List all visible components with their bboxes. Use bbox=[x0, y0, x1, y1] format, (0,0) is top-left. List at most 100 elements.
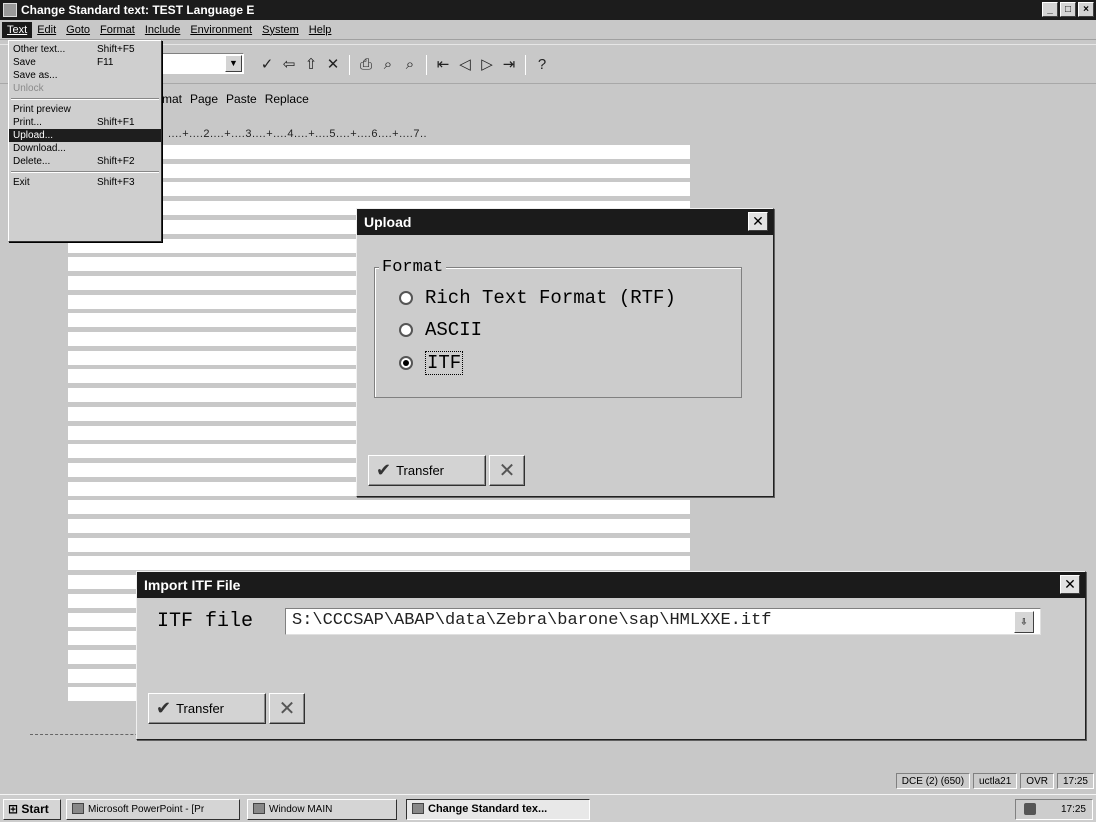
find-icon[interactable]: ⌕ bbox=[377, 56, 399, 74]
menu-item-delete[interactable]: Delete... Shift+F2 bbox=[9, 155, 161, 168]
menu-separator bbox=[11, 171, 159, 173]
app-icon bbox=[72, 803, 84, 814]
upload-transfer-label: Transfer bbox=[396, 463, 445, 478]
itf-file-possible-entries-button[interactable]: ⇩ bbox=[1014, 611, 1034, 633]
start-button[interactable]: ⊞ Start bbox=[3, 799, 61, 820]
last-page-icon[interactable]: ⇥ bbox=[498, 56, 520, 74]
menu-environment[interactable]: Environment bbox=[185, 22, 257, 38]
title-bar: Change Standard text: TEST Language E _ … bbox=[0, 0, 1096, 20]
help-icon[interactable]: ? bbox=[531, 56, 553, 74]
app-icon bbox=[253, 803, 265, 814]
radio-label: ITF bbox=[425, 351, 464, 375]
menu-item-label: Upload... bbox=[13, 130, 54, 141]
menu-item-print-preview[interactable]: Print preview bbox=[9, 103, 161, 116]
standard-toolbar: ▼ ✓ ⇦ ⇧ ✕ ⎙ ⌕ ⌕ ⇤ ◁ ▷ ⇥? bbox=[0, 44, 1096, 84]
menu-goto[interactable]: Goto bbox=[61, 22, 95, 38]
upload-dialog-title: Upload bbox=[364, 214, 412, 230]
up-icon[interactable]: ⇧ bbox=[300, 56, 322, 74]
menu-format[interactable]: Format bbox=[95, 22, 140, 38]
menu-item-label: Other text... bbox=[13, 44, 66, 55]
menu-system[interactable]: System bbox=[257, 22, 304, 38]
taskbar-button-microsoft-powerpoint-pr[interactable]: Microsoft PowerPoint - [Pr bbox=[66, 799, 240, 820]
radio-button[interactable] bbox=[399, 291, 413, 305]
menu-item-save[interactable]: Save F11 bbox=[9, 56, 161, 69]
upload-transfer-button[interactable]: ✔ Transfer bbox=[368, 455, 486, 486]
app-toolbar-replace[interactable]: Replace bbox=[265, 92, 309, 106]
tray-clock: 17:25 bbox=[1060, 804, 1086, 815]
cancel-x-icon: ✕ bbox=[498, 460, 516, 482]
menu-item-label: Print preview bbox=[13, 104, 71, 115]
first-page-icon[interactable]: ⇤ bbox=[432, 56, 454, 74]
menu-text[interactable]: Text bbox=[2, 21, 33, 38]
import-dialog-titlebar: Import ITF File ✕ bbox=[137, 572, 1085, 598]
text-line[interactable] bbox=[68, 556, 690, 571]
upload-dialog-titlebar: Upload ✕ bbox=[357, 209, 773, 235]
text-line[interactable] bbox=[68, 519, 690, 533]
next-page-icon[interactable]: ▷ bbox=[476, 56, 498, 74]
format-option-itf[interactable]: ITF bbox=[399, 351, 464, 375]
back-icon[interactable]: ⇦ bbox=[278, 56, 300, 74]
command-dropdown-button[interactable]: ▼ bbox=[225, 55, 242, 72]
maximize-button[interactable]: □ bbox=[1060, 2, 1076, 17]
check-icon[interactable]: ✓ bbox=[256, 56, 278, 74]
upload-dialog-close-button[interactable]: ✕ bbox=[748, 212, 768, 231]
text-line[interactable] bbox=[68, 500, 690, 515]
taskbar-button-change-standard-tex[interactable]: Change Standard tex... bbox=[406, 799, 590, 820]
import-dialog-close-button[interactable]: ✕ bbox=[1060, 575, 1080, 594]
upload-dialog: Upload ✕ Format Rich Text Format (RTF) AS… bbox=[356, 208, 774, 497]
import-cancel-button[interactable]: ✕ bbox=[269, 693, 305, 724]
menu-item-label: Save as... bbox=[13, 70, 58, 81]
menu-item-label: Save bbox=[13, 57, 36, 68]
menu-item-other-text[interactable]: Other text... Shift+F5 bbox=[9, 43, 161, 56]
taskbar-button-window-main[interactable]: Window MAIN bbox=[247, 799, 397, 820]
app-toolbar-page[interactable]: Page bbox=[190, 92, 218, 106]
text-line[interactable] bbox=[68, 537, 690, 552]
status-field-1: uctla21 bbox=[973, 773, 1018, 789]
print-icon[interactable]: ⎙ bbox=[355, 56, 377, 74]
menu-item-exit[interactable]: Exit Shift+F3 bbox=[9, 176, 161, 189]
menu-item-label: Unlock bbox=[13, 83, 44, 94]
import-transfer-label: Transfer bbox=[176, 701, 225, 716]
taskbar-button-label: Change Standard tex... bbox=[428, 803, 548, 815]
radio-button[interactable] bbox=[399, 323, 413, 337]
menu-include[interactable]: Include bbox=[140, 22, 185, 38]
text-menu-dropdown: Other text... Shift+F5 Save F11 Save as... Un… bbox=[8, 40, 162, 242]
menu-item-shortcut: F11 bbox=[97, 57, 114, 68]
command-field[interactable]: ▼ bbox=[150, 53, 244, 74]
sap-app-icon[interactable] bbox=[3, 3, 17, 17]
cancel-icon[interactable]: ✕ bbox=[322, 56, 344, 74]
menu-item-save-as[interactable]: Save as... bbox=[9, 69, 161, 82]
menu-item-print[interactable]: Print... Shift+F1 bbox=[9, 116, 161, 129]
format-option-rich-text-format-rtf[interactable]: Rich Text Format (RTF) bbox=[399, 287, 676, 309]
import-dialog-title: Import ITF File bbox=[144, 577, 241, 593]
taskbar-button-label: Window MAIN bbox=[269, 804, 333, 815]
upload-cancel-button[interactable]: ✕ bbox=[489, 455, 525, 486]
menu-item-shortcut: Shift+F2 bbox=[97, 156, 135, 167]
menu-item-download[interactable]: Download... bbox=[9, 142, 161, 155]
toolbar-icons: ✓ ⇦ ⇧ ✕ ⎙ ⌕ ⌕ ⇤ ◁ ▷ ⇥? bbox=[256, 55, 553, 75]
menu-bar: Text Edit Goto Format Include Environment Syst… bbox=[0, 20, 1096, 40]
itf-file-value: S:\CCCSAP\ABAP\data\Zebra\barone\sap\HML… bbox=[292, 611, 772, 630]
import-transfer-button[interactable]: ✔ Transfer bbox=[148, 693, 266, 724]
previous-page-icon[interactable]: ◁ bbox=[454, 56, 476, 74]
app-toolbar-paste[interactable]: Paste bbox=[226, 92, 257, 106]
status-bar: DCE (2) (650) uctla21 OVR 17:25 bbox=[0, 773, 1096, 791]
toolbar-separator bbox=[525, 55, 526, 75]
windows-logo-icon: ⊞ bbox=[8, 802, 19, 816]
volume-icon[interactable] bbox=[1024, 803, 1036, 815]
minimize-button[interactable]: _ bbox=[1042, 2, 1058, 17]
checkmark-icon: ✔ bbox=[156, 698, 172, 718]
find-next-icon[interactable]: ⌕ bbox=[399, 56, 421, 74]
checkmark-icon: ✔ bbox=[376, 460, 392, 480]
close-button[interactable]: × bbox=[1078, 2, 1094, 17]
itf-file-label: ITF file bbox=[157, 610, 254, 633]
menu-help[interactable]: Help bbox=[304, 22, 337, 38]
radio-button[interactable] bbox=[399, 356, 413, 370]
format-option-ascii[interactable]: ASCII bbox=[399, 319, 482, 341]
itf-file-input[interactable]: S:\CCCSAP\ABAP\data\Zebra\barone\sap\HML… bbox=[285, 608, 1041, 635]
menu-edit[interactable]: Edit bbox=[32, 22, 61, 38]
menu-item-shortcut: Shift+F3 bbox=[97, 177, 135, 188]
menu-item-shortcut: Shift+F5 bbox=[97, 44, 135, 55]
menu-item-upload[interactable]: Upload... bbox=[9, 129, 161, 142]
menu-separator bbox=[11, 98, 159, 100]
